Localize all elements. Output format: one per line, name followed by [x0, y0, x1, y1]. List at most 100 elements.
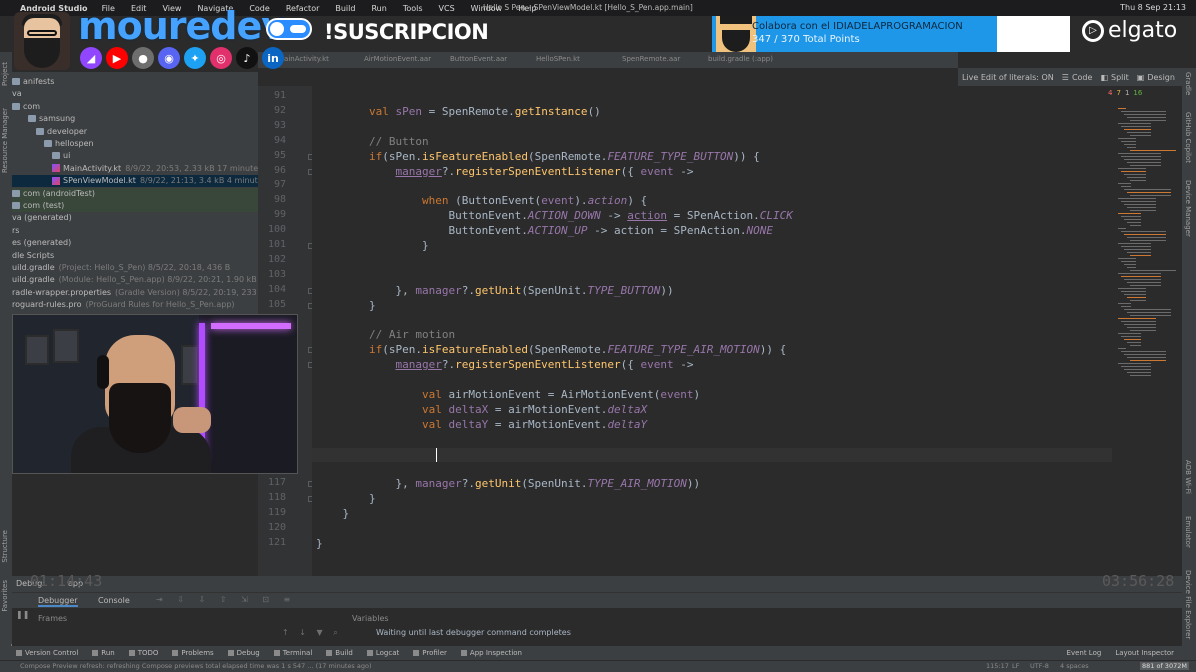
device-file-explorer-tab[interactable]: Device File Explorer: [1184, 570, 1192, 639]
tree-item[interactable]: rs: [12, 225, 258, 237]
tiktok-icon[interactable]: ♪: [236, 47, 258, 69]
toolwindow-profiler[interactable]: Profiler: [413, 649, 447, 657]
editor-tab[interactable]: SpenRemote.aar: [622, 55, 680, 63]
code-token: if: [368, 149, 383, 163]
line-number: 101: [267, 239, 286, 250]
tree-item[interactable]: anifests: [12, 76, 258, 88]
adb-wifi-tab[interactable]: ADB Wi-Fi: [1184, 460, 1192, 494]
toolwindow-logcat[interactable]: Logcat: [366, 649, 399, 657]
minimap-line: [1127, 297, 1146, 298]
discord-icon[interactable]: ◉: [158, 47, 180, 69]
code-token: )) {: [759, 343, 787, 357]
tree-item[interactable]: uild.gradle (Project: Hello_S_Pen) 8/5/22…: [12, 262, 258, 274]
mode-design[interactable]: ▣ Design: [1137, 73, 1175, 82]
tree-item-meta: 8/9/22, 21:13, 3.4 kB 4 minutes ago: [139, 176, 258, 186]
toggle-icon: [266, 18, 312, 40]
tree-item-meta: (Project: Hello_S_Pen) 8/5/22, 20:18, 43…: [58, 263, 231, 272]
toolwindow-todo[interactable]: TODO: [128, 649, 158, 657]
tree-item[interactable]: hellospen: [12, 138, 258, 150]
youtube-icon[interactable]: ▶: [106, 47, 128, 69]
copilot-tab[interactable]: GitHub Copilot: [1184, 112, 1192, 163]
toolwindow-app-inspection[interactable]: App Inspection: [460, 649, 522, 657]
minimap-line: [1121, 216, 1141, 217]
mode-code[interactable]: ☰ Code: [1062, 73, 1093, 82]
code-token: )): [686, 477, 701, 491]
memory-indicator[interactable]: 881 of 3072M: [1140, 662, 1189, 670]
minimap-line: [1124, 309, 1171, 310]
code-line: // Button: [316, 135, 429, 149]
code-token: },: [316, 477, 416, 491]
code-token: = airMotionEvent.: [488, 417, 608, 431]
menu-item-tools[interactable]: Tools: [403, 4, 423, 13]
tree-item[interactable]: SPenViewModel.kt 8/9/22, 21:13, 3.4 kB 4 …: [12, 175, 258, 188]
device-manager-tab[interactable]: Device Manager: [1184, 180, 1192, 237]
tree-item[interactable]: dle Scripts: [12, 250, 258, 262]
emulator-tab[interactable]: Emulator: [1184, 516, 1192, 548]
debug-step-controls[interactable]: ⇥ ⇩ ⇩ ⇧ ⇲ ⊡ ≡: [156, 595, 296, 604]
live-edit-toggle[interactable]: Live Edit of literals: ON: [962, 73, 1054, 82]
editor-tab[interactable]: HelloSPen.kt: [536, 55, 580, 63]
github-icon[interactable]: ●: [132, 47, 154, 69]
editor-tab[interactable]: build.gradle (:app): [708, 55, 773, 63]
tree-item[interactable]: com (test): [12, 200, 258, 212]
tree-item[interactable]: radle-wrapper.properties (Gradle Version)…: [12, 287, 258, 299]
tree-item[interactable]: roguard-rules.pro (ProGuard Rules for Hel…: [12, 299, 258, 311]
tree-item[interactable]: com: [12, 101, 258, 113]
minimap-line: [1118, 333, 1141, 334]
code-token: deltaX: [607, 402, 648, 416]
tab-debugger[interactable]: Debugger: [38, 596, 78, 607]
structure-tab[interactable]: Structure: [1, 530, 9, 563]
toolwindow-layout-inspector[interactable]: Layout Inspector: [1115, 649, 1174, 657]
instagram-icon[interactable]: ◎: [210, 47, 232, 69]
code-token: }: [316, 507, 350, 521]
toolwindow-terminal[interactable]: Terminal: [273, 649, 312, 657]
mode-split[interactable]: ◧ Split: [1100, 73, 1128, 82]
menu-item-build[interactable]: Build: [335, 4, 355, 13]
editor-tab[interactable]: AirMotionEvent.aar: [364, 55, 431, 63]
toolwindow-build[interactable]: Build: [326, 649, 353, 657]
caret-position[interactable]: 115:17: [986, 662, 1009, 670]
pause-icon[interactable]: ❚❚: [16, 610, 29, 619]
code-minimap[interactable]: [1112, 100, 1182, 586]
tree-item[interactable]: uild.gradle (Module: Hello_S_Pen.app) 8/9…: [12, 274, 258, 286]
frames-toolbar[interactable]: ↑ ↓ ▼ ⌕: [282, 628, 342, 638]
toolwindow-problems[interactable]: Problems: [172, 649, 214, 657]
tab-console[interactable]: Console: [98, 596, 130, 605]
tree-item[interactable]: samsung: [12, 113, 258, 125]
twitch-icon[interactable]: ◢: [80, 47, 102, 69]
tree-item[interactable]: es (generated): [12, 237, 258, 249]
twitter-icon[interactable]: ✦: [184, 47, 206, 69]
tree-item[interactable]: va (generated): [12, 212, 258, 224]
tree-item[interactable]: developer: [12, 126, 258, 138]
tree-item[interactable]: com (androidTest): [12, 187, 258, 200]
code-token: if: [368, 343, 383, 357]
code-editor[interactable]: val sPen = SpenRemote.getInstance() // B…: [312, 86, 1112, 576]
menu-item-vcs[interactable]: VCS: [439, 4, 455, 13]
editor-tab[interactable]: MainActivity.kt: [278, 55, 329, 63]
toolwindow-run[interactable]: Run: [92, 649, 115, 657]
editor-tab[interactable]: ButtonEvent.aar: [450, 55, 507, 63]
favorites-tab[interactable]: Favorites: [1, 580, 9, 612]
file-encoding[interactable]: UTF-8: [1030, 662, 1049, 670]
resource-manager-tab[interactable]: Resource Manager: [1, 108, 9, 173]
gradle-tab[interactable]: Gradle: [1184, 72, 1192, 95]
minimap-line: [1124, 234, 1166, 235]
toolwindow-debug[interactable]: Debug: [227, 649, 260, 657]
line-number: 103: [267, 268, 286, 280]
code-token: }: [316, 492, 376, 506]
tree-item[interactable]: va: [12, 88, 258, 100]
line-separator[interactable]: LF: [1012, 662, 1019, 670]
menu-item-refactor[interactable]: Refactor: [286, 4, 320, 13]
menu-item-run[interactable]: Run: [371, 4, 386, 13]
project-tool-tab[interactable]: Project: [1, 62, 9, 86]
indent-setting[interactable]: 4 spaces: [1060, 662, 1089, 670]
minimap-line: [1121, 111, 1166, 112]
code-token: ({: [620, 358, 641, 372]
toolwindow-version-control[interactable]: Version Control: [16, 649, 78, 657]
toolwindow-event-log[interactable]: Event Log: [1067, 649, 1102, 657]
tree-item[interactable]: MainActivity.kt 8/9/22, 20:53, 2.33 kB 17…: [12, 163, 258, 175]
tree-item[interactable]: ui: [12, 150, 258, 162]
linkedin-icon[interactable]: in: [262, 47, 284, 69]
inspection-widget[interactable]: 4 7 1 16: [1108, 86, 1182, 100]
minimap-line: [1118, 348, 1126, 349]
